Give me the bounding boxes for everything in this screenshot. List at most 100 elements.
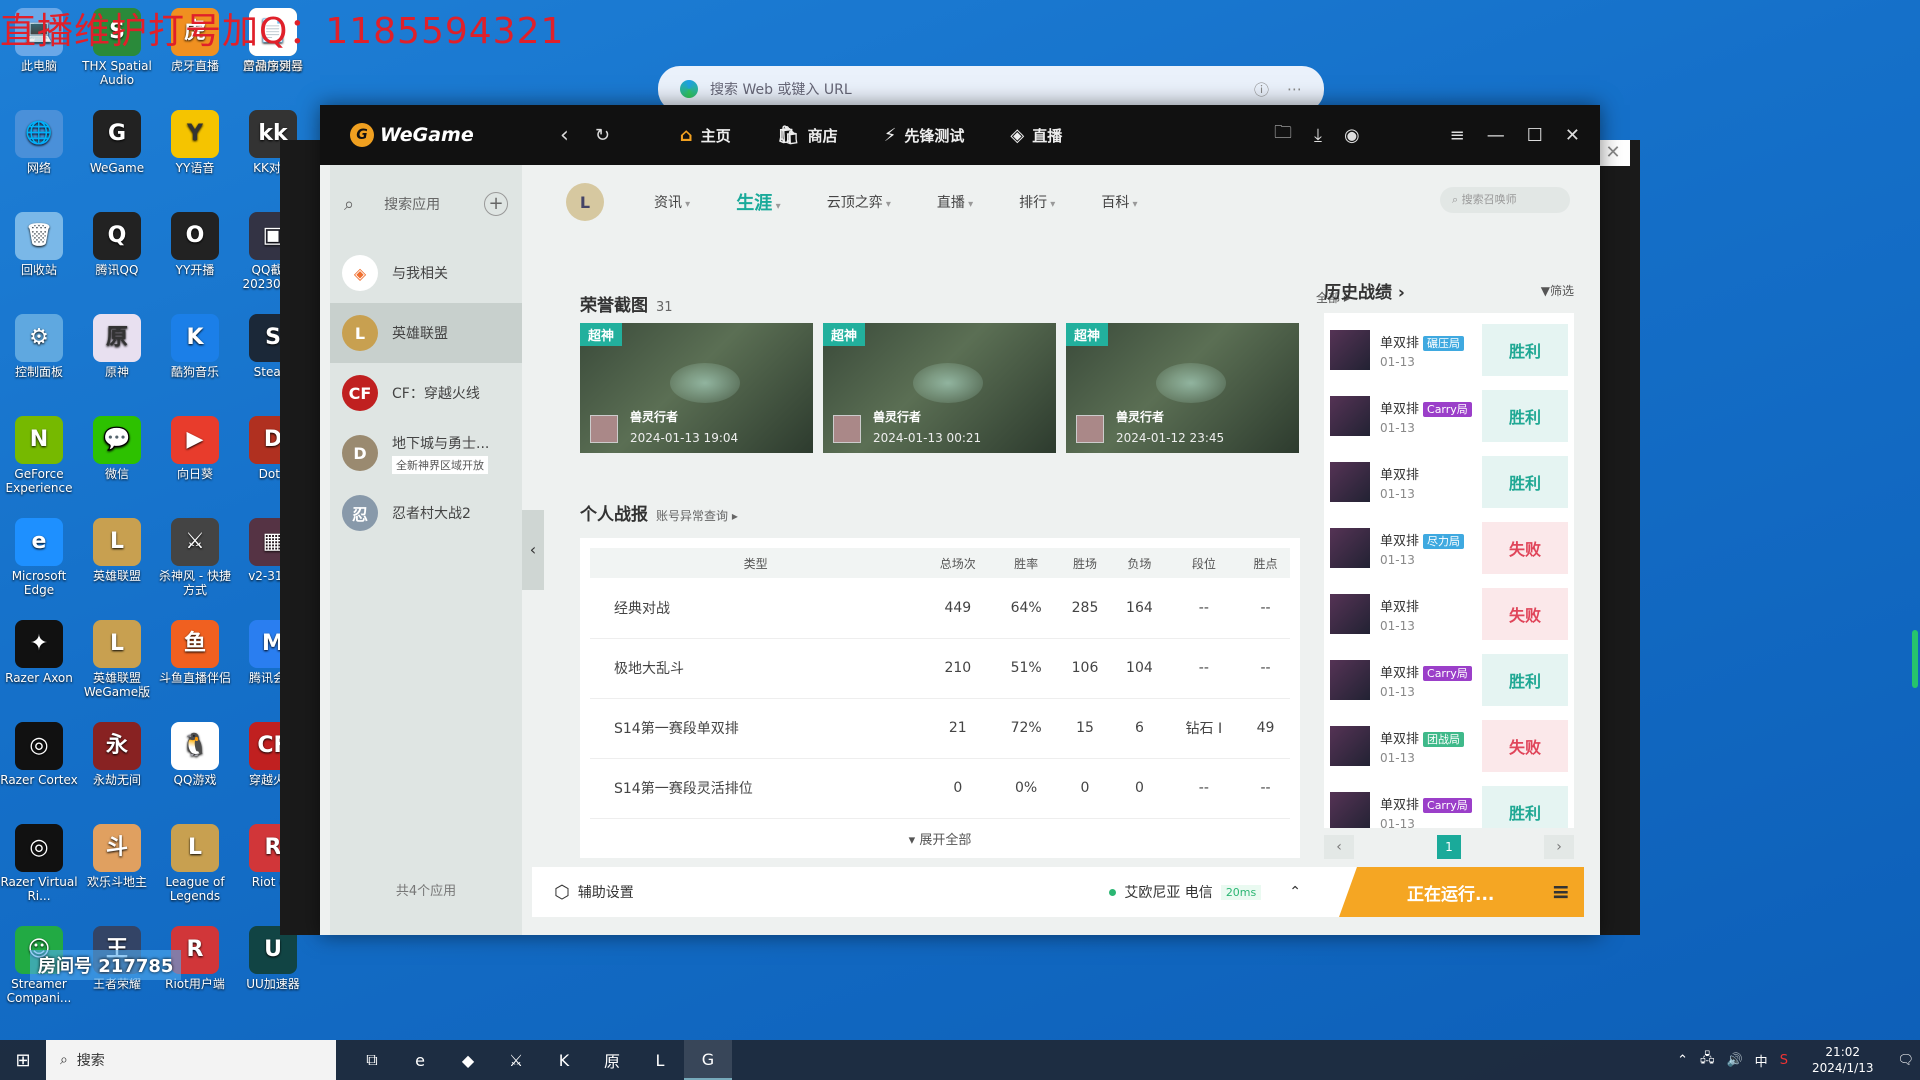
sogou-icon[interactable]: S <box>1780 1053 1788 1068</box>
account-check-link[interactable]: 账号异常查询 ▸ <box>656 509 738 523</box>
desktop-icon[interactable]: 斗欢乐斗地主 <box>78 824 156 889</box>
tab-store[interactable]: 🛍 商店 <box>777 125 838 146</box>
server-name[interactable]: 艾欧尼亚 电信 <box>1124 882 1212 902</box>
subnav-item[interactable]: 直播 <box>937 192 973 212</box>
history-item[interactable]: 单双排 Carry局 01-13 胜利 <box>1330 387 1568 445</box>
desktop-icon[interactable]: ◎ Razer Virtual Ri... <box>0 824 78 903</box>
clock[interactable]: 21:02 2024/1/13 <box>1812 1044 1874 1076</box>
honor-screenshot[interactable]: 超神 兽灵行者 2024-01-13 19:04 <box>580 323 813 453</box>
subnav-item[interactable]: 生涯 <box>736 189 781 215</box>
desktop-icon[interactable]: 永永劫无间 <box>78 722 156 787</box>
history-item[interactable]: 单双排 01-13 胜利 <box>1330 453 1568 511</box>
task-view-icon[interactable]: ⧉ <box>348 1040 396 1080</box>
desktop-icon[interactable]: 🗑 回收站 <box>0 212 78 277</box>
notification-icon[interactable]: 🗨 <box>1897 1053 1914 1068</box>
tab-label[interactable]: 主页 <box>701 125 731 146</box>
menu-icon[interactable]: ≡ <box>1450 125 1465 146</box>
back-icon[interactable]: ‹ <box>560 123 569 148</box>
desktop-icon[interactable]: K 酷狗音乐 <box>156 314 234 379</box>
tray-up-icon[interactable]: ⌃ <box>1677 1053 1688 1068</box>
desktop-icon[interactable]: L League of Legends <box>156 824 234 903</box>
maximize-icon[interactable]: ☐ <box>1527 125 1543 146</box>
wegame-taskbar-icon[interactable]: G <box>684 1040 732 1080</box>
sidebar-item[interactable]: 忍忍者村大战2 <box>330 483 522 543</box>
sidebar-item[interactable]: CF CF：穿越火线 <box>330 363 522 423</box>
running-button[interactable]: 正在运行... ≡ <box>1339 867 1584 917</box>
desktop-icon[interactable]: ⚙ 控制面板 <box>0 314 78 379</box>
windows-start-icon[interactable]: ⊞ <box>0 1050 46 1071</box>
desktop-icon[interactable]: ▶ 向日葵 <box>156 416 234 481</box>
history-item[interactable]: 单双排 Carry局 01-13 胜利 <box>1330 783 1568 828</box>
avatar[interactable]: ◉ <box>1344 125 1360 146</box>
summoner-search-placeholder[interactable]: 搜索召唤师 <box>1462 193 1517 206</box>
account-check-text[interactable]: 账号异常查询 <box>656 509 728 523</box>
app-search-placeholder[interactable]: 搜索应用 <box>384 194 440 214</box>
history-item[interactable]: 单双排 01-13 失败 <box>1330 585 1568 643</box>
close-icon[interactable]: ✕ <box>1565 125 1580 146</box>
help-icon[interactable]: ⓘ <box>1254 79 1269 100</box>
tab-label[interactable]: 商店 <box>808 125 838 146</box>
desktop-icon[interactable]: G WeGame <box>78 110 156 175</box>
history-item[interactable]: 单双排 尽力局 01-13 失败 <box>1330 519 1568 577</box>
desktop-icon[interactable]: Y YY语音 <box>156 110 234 175</box>
game-icon[interactable]: ⚔ <box>492 1040 540 1080</box>
app-search[interactable]: ⌕ 搜索应用 + <box>330 165 522 243</box>
desktop-icon[interactable]: e Microsoft Edge <box>0 518 78 597</box>
taskbar-search[interactable]: ⌕ 搜索 <box>46 1040 336 1080</box>
desktop-icon[interactable]: L 英雄联盟WeGame版 <box>78 620 156 699</box>
minimize-icon[interactable]: — <box>1487 125 1505 146</box>
prev-page-button[interactable]: ‹ <box>1324 835 1354 859</box>
desktop-icon[interactable]: 🐧 QQ游戏 <box>156 722 234 787</box>
lol-icon[interactable]: L <box>636 1040 684 1080</box>
honor-screenshot[interactable]: 超神 兽灵行者 2024-01-13 00:21 <box>823 323 1056 453</box>
expand-all-text[interactable]: 展开全部 <box>919 833 971 848</box>
history-title[interactable]: 历史战绩 › <box>1324 278 1405 303</box>
desktop-icon[interactable]: 原原神 <box>78 314 156 379</box>
server-selector[interactable]: 艾欧尼亚 电信 20ms <box>1109 882 1262 902</box>
genshin-icon[interactable]: 原 <box>588 1040 636 1080</box>
history-item[interactable]: 单双排 团战局 01-13 失败 <box>1330 717 1568 775</box>
filter-button[interactable]: ▼筛选 <box>1541 282 1574 299</box>
ime-indicator[interactable]: 中 <box>1755 1051 1768 1070</box>
kugou-icon[interactable]: K <box>540 1040 588 1080</box>
desktop-icon[interactable]: 💬 微信 <box>78 416 156 481</box>
chevron-up-icon[interactable]: ⌃ <box>1289 884 1301 900</box>
page-number[interactable]: 1 <box>1437 835 1461 859</box>
edge-icon[interactable]: e <box>396 1040 444 1080</box>
volume-icon[interactable]: 🔊 <box>1726 1053 1742 1068</box>
desktop-icon[interactable]: ✦ Razer Axon <box>0 620 78 685</box>
desktop-icon[interactable]: U UU加速器 <box>234 926 312 991</box>
filter-text[interactable]: 筛选 <box>1550 284 1574 298</box>
subnav-item[interactable]: 资讯 <box>654 192 690 212</box>
running-text[interactable]: 正在运行... <box>1407 880 1494 905</box>
download-icon[interactable]: ⤓ <box>1314 125 1322 146</box>
refresh-icon[interactable]: ↻ <box>595 125 610 146</box>
tab-label[interactable]: 直播 <box>1032 125 1062 146</box>
tab-live[interactable]: ◈ 直播 <box>1010 125 1062 146</box>
desktop-icon[interactable]: N GeForce Experience <box>0 416 78 495</box>
history-item[interactable]: 单双排 Carry局 01-13 胜利 <box>1330 651 1568 709</box>
add-app-icon[interactable]: + <box>484 192 508 216</box>
assist-settings-button[interactable]: ⬡ 辅助设置 <box>554 882 634 903</box>
desktop-icon[interactable]: 鱼斗鱼直播伴侣 <box>156 620 234 685</box>
taskbar-search-text[interactable]: 搜索 <box>77 1050 105 1070</box>
subnav-item[interactable]: 云顶之弈 <box>827 192 891 212</box>
more-icon[interactable]: ⋯ <box>1287 80 1302 98</box>
tab-home[interactable]: ⌂ 主页 <box>680 125 731 146</box>
honor-screenshot[interactable]: 超神 兽灵行者 2024-01-12 23:45 <box>1066 323 1299 453</box>
folder-icon[interactable]: 🗀 <box>1274 120 1292 150</box>
subnav-item[interactable]: 排行 <box>1019 192 1055 212</box>
network-icon[interactable]: 🖧 <box>1700 1049 1715 1071</box>
sidebar-item[interactable]: ◈ 与我相关 <box>330 243 522 303</box>
desktop-icon[interactable]: O YY开播 <box>156 212 234 277</box>
collapse-sidebar-icon[interactable]: ‹ <box>522 510 544 590</box>
summoner-search-input[interactable]: ⌕ 搜索召唤师 <box>1440 187 1570 213</box>
next-page-button[interactable]: › <box>1544 835 1574 859</box>
sidebar-item[interactable]: D 地下城与勇士... 全新神界区域开放 <box>330 423 522 483</box>
tab-test[interactable]: ⚡ 先锋测试 <box>884 125 965 146</box>
desktop-icon[interactable]: Q 腾讯QQ <box>78 212 156 277</box>
sidebar-item[interactable]: L 英雄联盟 <box>330 303 522 363</box>
desktop-icon[interactable]: L 英雄联盟 <box>78 518 156 583</box>
assist-settings-text[interactable]: 辅助设置 <box>578 882 634 902</box>
close-icon[interactable]: ✕ <box>1596 140 1630 166</box>
